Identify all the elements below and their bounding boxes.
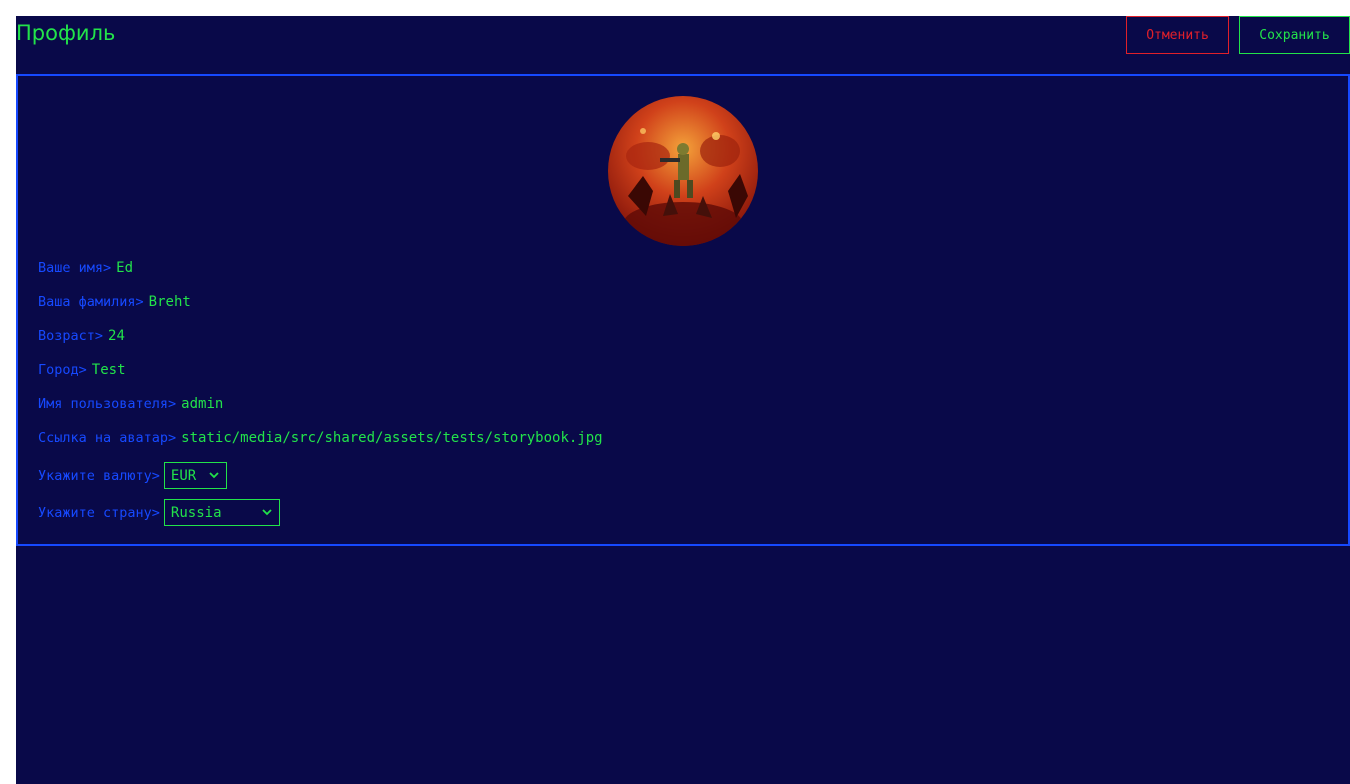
city-label: Город> [38,362,87,378]
currency-label: Укажите валюту> [38,467,160,484]
page-title: Профиль [16,21,116,45]
age-field: Возраст> 24 [38,326,125,346]
age-label: Возраст> [38,328,104,344]
cancel-button[interactable]: Отменить [1126,16,1229,54]
chevron-down-icon [209,472,219,479]
last-name-field: Ваша фамилия> Breht [38,292,191,312]
avatar-link-label: Ссылка на аватар> [38,430,177,446]
username-label: Имя пользователя> [38,396,177,412]
city-value[interactable]: Test [92,362,126,378]
username-value[interactable]: admin [181,396,223,412]
currency-selected-value: EUR [170,467,197,484]
last-name-label: Ваша фамилия> [38,294,144,310]
avatar-image [608,96,758,246]
age-value[interactable]: 24 [108,328,125,344]
city-field: Город> Test [38,360,126,380]
first-name-label: Ваше имя> [38,260,112,276]
profile-card: Ваше имя> Ed Ваша фамилия> Breht Возраст… [16,74,1350,546]
country-selected-value: Russia [170,504,222,521]
currency-field: Укажите валюту> EUR [38,462,227,489]
profile-page: Профиль Отменить Сохранить Ваше имя> Ed … [16,16,1350,784]
username-field: Имя пользователя> admin [38,394,223,414]
first-name-field: Ваше имя> Ed [38,258,133,278]
save-button[interactable]: Сохранить [1239,16,1350,54]
chevron-down-icon [262,509,272,516]
last-name-value[interactable]: Breht [149,294,191,310]
avatar-link-value[interactable]: static/media/src/shared/assets/tests/sto… [181,430,602,446]
first-name-value[interactable]: Ed [116,260,133,276]
currency-select[interactable]: EUR [163,462,227,489]
country-select[interactable]: Russia [163,499,280,526]
country-label: Укажите страну> [38,504,160,521]
avatar-link-field: Ссылка на аватар> static/media/src/share… [38,428,603,448]
country-field: Укажите страну> Russia [38,499,280,526]
avatar [608,96,758,246]
